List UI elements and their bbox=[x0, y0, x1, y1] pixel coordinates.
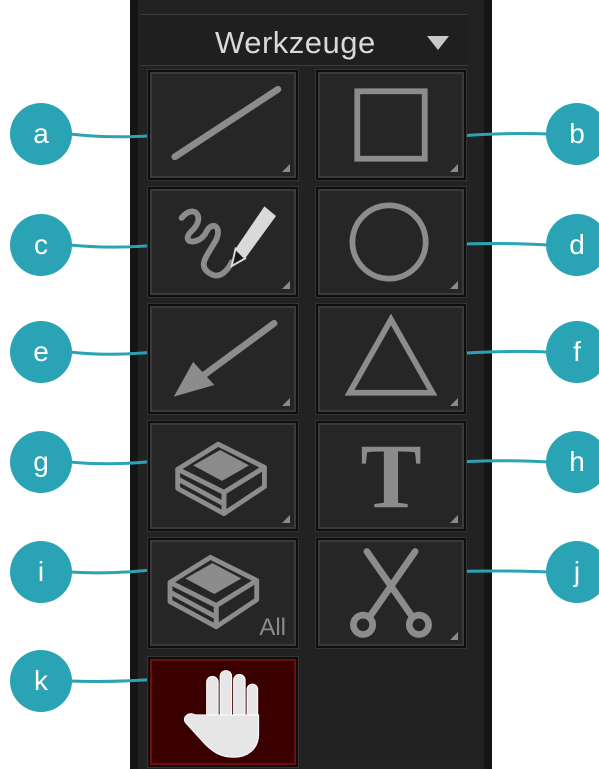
callout-f: f bbox=[546, 321, 599, 383]
tool-eraser[interactable] bbox=[148, 421, 298, 531]
submenu-corner-icon bbox=[282, 281, 290, 289]
callout-a: a bbox=[10, 103, 72, 165]
tool-line[interactable] bbox=[148, 70, 298, 180]
callout-i: i bbox=[10, 541, 72, 603]
callout-g: g bbox=[10, 431, 72, 493]
tool-circle[interactable] bbox=[316, 187, 466, 297]
eraser-icon bbox=[175, 441, 267, 516]
panel-header[interactable]: Werkzeuge bbox=[140, 14, 468, 66]
tool-scissors[interactable] bbox=[316, 538, 466, 648]
scissors-icon bbox=[350, 548, 432, 638]
callout-c: c bbox=[10, 214, 72, 276]
tool-rectangle[interactable] bbox=[316, 70, 466, 180]
submenu-corner-icon bbox=[282, 515, 290, 523]
panel-edge-right bbox=[484, 0, 492, 769]
tool-text[interactable]: T bbox=[316, 421, 466, 531]
arrow-icon bbox=[173, 319, 278, 397]
line-icon bbox=[171, 85, 282, 161]
tool-freehand[interactable] bbox=[148, 187, 298, 297]
tool-triangle[interactable] bbox=[316, 304, 466, 414]
callout-b: b bbox=[546, 103, 599, 165]
text-icon: T bbox=[360, 425, 422, 527]
freehand-pen-icon bbox=[178, 206, 276, 279]
submenu-corner-icon bbox=[450, 164, 458, 172]
callout-j: j bbox=[546, 541, 599, 603]
rectangle-icon bbox=[354, 88, 428, 162]
triangle-icon bbox=[344, 313, 438, 396]
hand-icon bbox=[184, 670, 260, 758]
submenu-corner-icon bbox=[282, 164, 290, 172]
panel-title: Werkzeuge bbox=[215, 25, 376, 60]
tool-eraser-all[interactable]: All bbox=[148, 538, 298, 648]
submenu-corner-icon bbox=[282, 398, 290, 406]
submenu-corner-icon bbox=[450, 515, 458, 523]
callout-k: k bbox=[10, 650, 72, 712]
all-label: All bbox=[259, 614, 286, 641]
callout-e: e bbox=[10, 321, 72, 383]
submenu-corner-icon bbox=[450, 398, 458, 406]
submenu-corner-icon bbox=[450, 632, 458, 640]
callout-h: h bbox=[546, 431, 599, 493]
dropdown-triangle-icon[interactable] bbox=[427, 36, 449, 50]
tool-arrow[interactable] bbox=[148, 304, 298, 414]
circle-icon bbox=[349, 202, 429, 282]
tool-hand[interactable] bbox=[148, 657, 298, 767]
panel-edge-left bbox=[130, 0, 138, 769]
callout-d: d bbox=[546, 214, 599, 276]
submenu-corner-icon bbox=[450, 281, 458, 289]
